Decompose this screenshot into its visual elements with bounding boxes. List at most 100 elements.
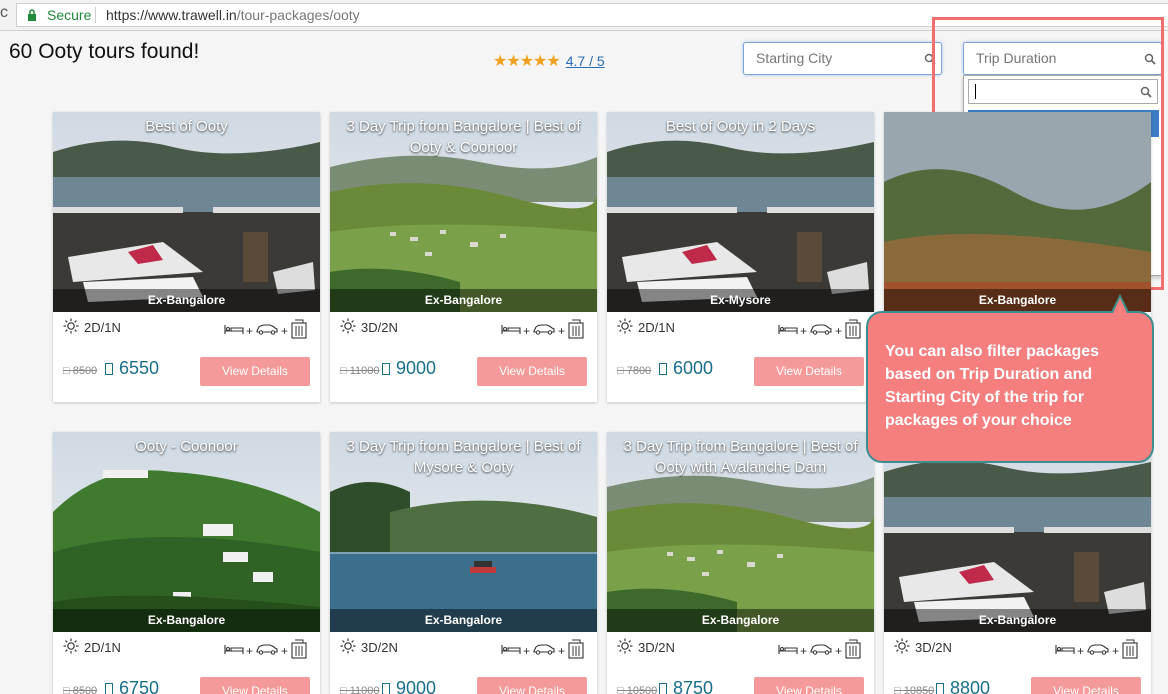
view-details-button[interactable]: View Details	[754, 677, 864, 694]
meals-icon	[1121, 639, 1139, 662]
lock-icon	[27, 9, 37, 21]
callout-pointer-fill	[1113, 298, 1127, 313]
current-price: 6000	[659, 358, 713, 379]
original-price: □ 8500	[63, 365, 98, 377]
tour-title[interactable]: Ooty - Coonoor	[53, 436, 320, 457]
duration-label: 3D/2N	[915, 640, 952, 655]
tour-image[interactable]	[53, 112, 320, 312]
duration-label: 2D/1N	[638, 320, 675, 335]
duration-info: 3D/2N	[340, 318, 398, 337]
tour-title[interactable]: Best of Ooty in 2 Days	[607, 116, 874, 137]
duration-info: 3D/2N	[617, 638, 675, 657]
tour-title[interactable]: 3 Day Trip from Bangalore | Best of Ooty…	[607, 436, 874, 478]
bed-icon	[778, 643, 798, 658]
view-details-button[interactable]: View Details	[200, 677, 310, 694]
sun-icon	[340, 638, 356, 657]
tour-image[interactable]	[884, 112, 1151, 312]
tour-card[interactable]: Leisure TourEx-Bangalore3D/2N++□ 1085088…	[884, 432, 1151, 694]
rupee-icon	[659, 683, 667, 694]
sun-icon	[894, 638, 910, 657]
duration-info: 3D/2N	[340, 638, 398, 657]
bed-icon	[224, 643, 244, 658]
amenities: + +	[224, 319, 308, 342]
callout-text: You can also filter packages based on Tr…	[885, 343, 1100, 429]
current-price: 8750	[659, 678, 713, 694]
duration-label: 3D/2N	[638, 640, 675, 655]
view-details-button[interactable]: View Details	[754, 357, 864, 386]
meals-icon	[290, 319, 308, 342]
car-icon	[532, 323, 556, 338]
duration-label: 2D/1N	[84, 640, 121, 655]
duration-label: 2D/1N	[84, 320, 121, 335]
tour-card[interactable]: Best of Ooty Ex-Bangalore 2D/1N + + □ 8500 655…	[53, 112, 320, 402]
tour-image[interactable]	[607, 112, 874, 312]
departure-city-badge: Ex-Mysore	[607, 289, 874, 312]
tour-card[interactable]: 3 Day Trip from Bangalore | Best of Ooty…	[607, 432, 874, 694]
bed-icon	[224, 323, 244, 338]
rupee-icon	[105, 363, 113, 375]
departure-city-badge: Ex-Bangalore	[330, 289, 597, 312]
view-details-button[interactable]: View Details	[1031, 677, 1141, 694]
amenities: + +	[501, 639, 585, 662]
current-price: 8800	[936, 678, 990, 694]
current-price: 9000	[382, 678, 436, 694]
secure-label: Secure	[47, 7, 92, 23]
amenities: + +	[778, 639, 862, 662]
car-icon	[1086, 643, 1110, 658]
starting-city-select[interactable]: Starting City	[743, 42, 942, 75]
departure-city-badge: Ex-Bangalore	[53, 289, 320, 312]
page-title: 60 Ooty tours found!	[9, 40, 200, 63]
view-details-button[interactable]: View Details	[477, 357, 587, 386]
tour-card[interactable]: 3 Day Trip from Bangalore | Best of Myso…	[330, 432, 597, 694]
rupee-icon	[382, 363, 390, 375]
tour-card[interactable]: Ooty - Coonoor Ex-Bangalore 2D/1N + + □ 8500 6…	[53, 432, 320, 694]
rating-link[interactable]: 4.7 / 5	[566, 53, 605, 69]
sun-icon	[63, 638, 79, 657]
meals-icon	[844, 319, 862, 342]
view-details-button[interactable]: View Details	[477, 677, 587, 694]
original-price: □ 10500	[617, 685, 658, 694]
sun-icon	[340, 318, 356, 337]
original-price: □ 11000	[340, 685, 380, 694]
sun-icon	[63, 318, 79, 337]
original-price: □ 8500	[63, 685, 98, 694]
car-icon	[809, 323, 833, 338]
tour-title[interactable]: 3 Day Trip from Bangalore | Best of Myso…	[330, 436, 597, 478]
url-divider	[95, 7, 96, 23]
sun-icon	[617, 318, 633, 337]
departure-city-badge: Ex-Bangalore	[53, 609, 320, 632]
original-price: □ 10850	[894, 685, 935, 694]
bed-icon	[501, 323, 521, 338]
meals-icon	[290, 639, 308, 662]
amenities: + +	[778, 319, 862, 342]
tour-title[interactable]: Best of Ooty	[53, 116, 320, 137]
tour-card[interactable]: 3 Day Trip from Bangalore | Best of Ooty…	[330, 112, 597, 402]
car-icon	[255, 643, 279, 658]
duration-info: 2D/1N	[63, 638, 121, 657]
duration-info: 2D/1N	[63, 318, 121, 337]
url-domain: https://www.trawell.in	[106, 7, 237, 23]
url-path: /tour-packages/ooty	[236, 7, 360, 23]
original-price: □ 11000	[340, 365, 380, 377]
tour-card[interactable]: Best of Ooty in 2 Days Ex-Mysore 2D/1N + + □ …	[607, 112, 874, 402]
bed-icon	[1055, 643, 1075, 658]
reload-icon[interactable]: c	[0, 4, 8, 22]
tour-image[interactable]	[53, 432, 320, 632]
rupee-icon	[659, 363, 667, 375]
meals-icon	[567, 319, 585, 342]
meals-icon	[844, 639, 862, 662]
tour-title[interactable]: 3 Day Trip from Bangalore | Best of Ooty…	[330, 116, 597, 158]
tip-callout: You can also filter packages based on Tr…	[866, 311, 1154, 463]
duration-info: 2D/1N	[617, 318, 675, 337]
rupee-icon	[105, 683, 113, 694]
url-text[interactable]: https://www.trawell.in/tour-packages/oot…	[106, 7, 360, 23]
departure-city-badge: Ex-Bangalore	[607, 609, 874, 632]
current-price: 6750	[105, 678, 159, 694]
amenities: + +	[224, 639, 308, 662]
bed-icon	[778, 323, 798, 338]
departure-city-badge: Ex-Bangalore	[884, 609, 1151, 632]
sun-icon	[617, 638, 633, 657]
rupee-icon	[382, 683, 390, 694]
bed-icon	[501, 643, 521, 658]
view-details-button[interactable]: View Details	[200, 357, 310, 386]
